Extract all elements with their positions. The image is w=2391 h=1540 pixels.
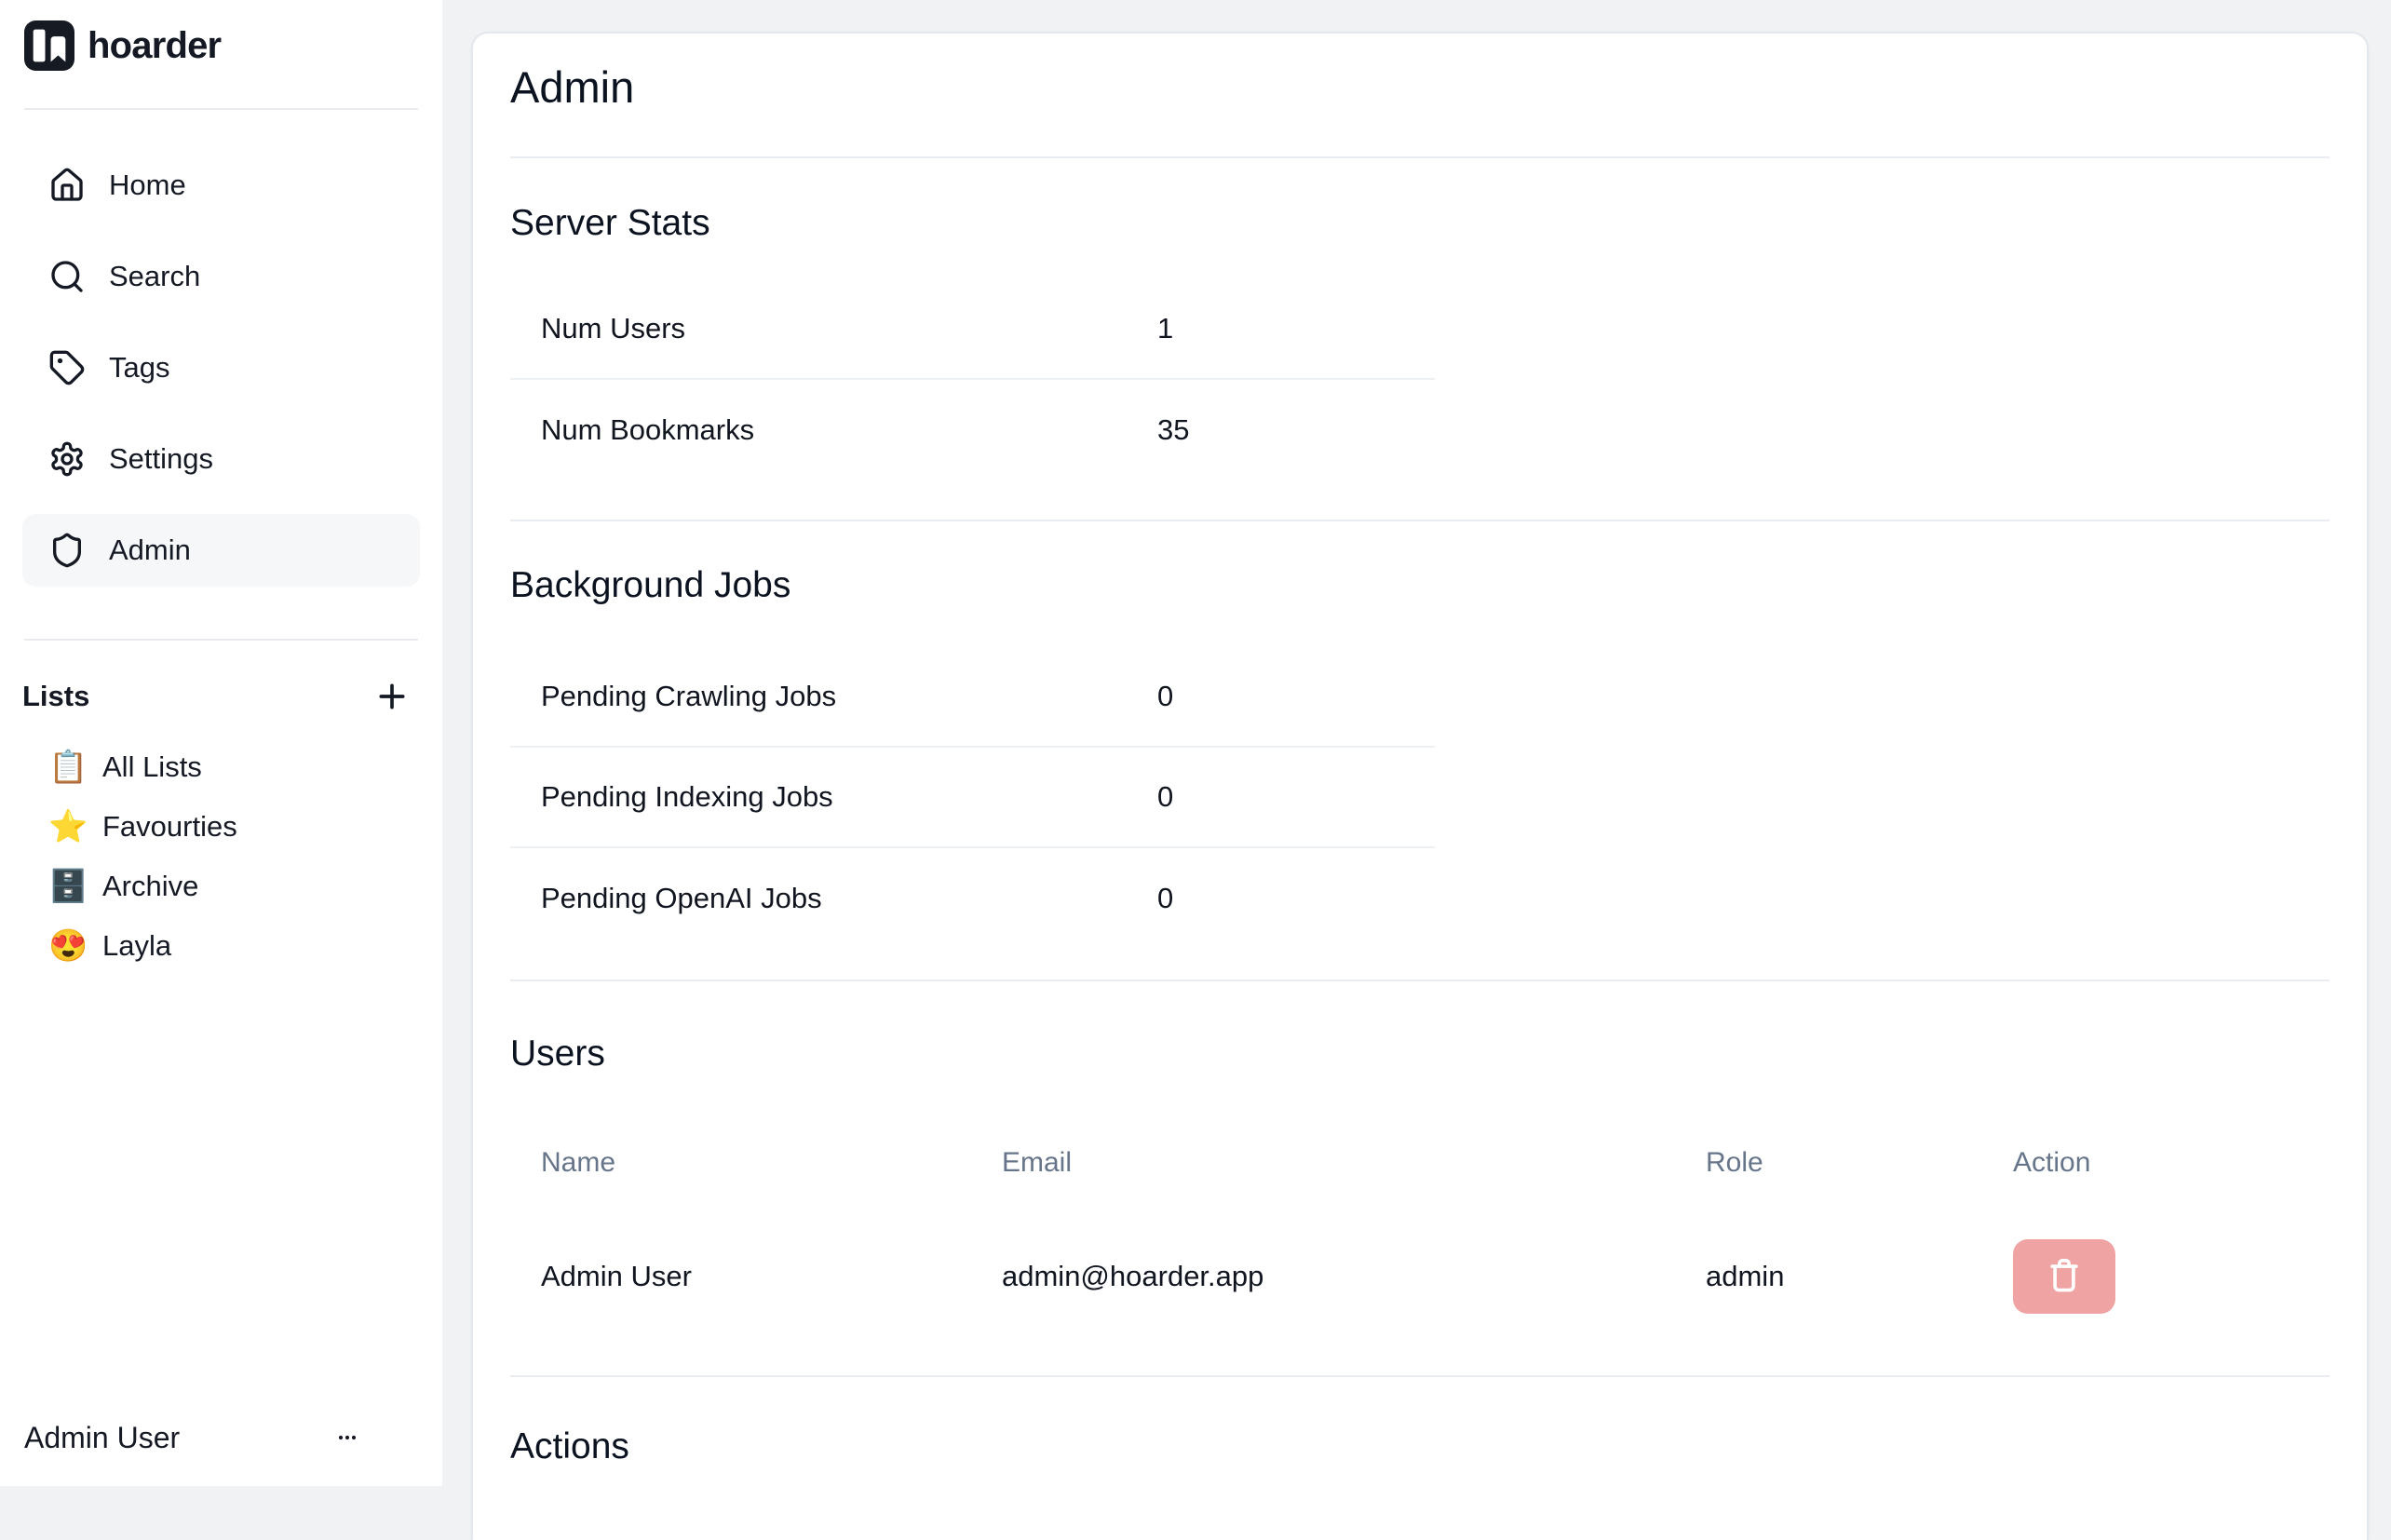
admin-card: Admin Server Stats Num Users1Num Bookmar… <box>471 32 2369 1540</box>
footer-user-name: Admin User <box>24 1421 180 1455</box>
users-table: Name Email Role Action Admin Useradmin@h… <box>510 1126 2330 1353</box>
nav-item-admin[interactable]: Admin <box>22 514 420 587</box>
sidebar-divider-lists <box>24 639 418 641</box>
stat-label: Pending Crawling Jobs <box>541 680 1157 713</box>
list-item-archive[interactable]: 🗄️ Archive <box>22 857 420 916</box>
nav-item-label: Home <box>109 169 186 202</box>
user-name-cell: Admin User <box>510 1260 1002 1293</box>
column-header-name: Name <box>510 1147 1002 1179</box>
stat-value: 0 <box>1157 882 1435 915</box>
stat-label: Num Users <box>541 312 1157 345</box>
sidebar-footer: Admin User <box>22 1413 420 1462</box>
list-item-favourties[interactable]: ⭐ Favourties <box>22 797 420 857</box>
nav-item-tags[interactable]: Tags <box>22 331 420 404</box>
stat-value: 1 <box>1157 312 1435 345</box>
list-item-label: All Lists <box>102 750 202 784</box>
gear-icon <box>48 440 86 478</box>
nav-item-label: Settings <box>109 442 213 476</box>
section-divider <box>510 156 2330 158</box>
ellipsis-icon <box>325 1426 373 1449</box>
section-background-jobs: Background Jobs Pending Crawling Jobs0Pe… <box>510 561 2330 949</box>
stat-row: Pending Indexing Jobs0 <box>510 748 1435 848</box>
users-header-row: Name Email Role Action <box>510 1126 2330 1200</box>
main-area: Admin Server Stats Num Users1Num Bookmar… <box>442 0 2391 1486</box>
list-item-layla[interactable]: 😍 Layla <box>22 916 420 976</box>
logo-text: hoarder <box>88 25 221 67</box>
clipboard-icon: 📋 <box>48 751 86 783</box>
section-actions: Actions <box>510 1423 2330 1471</box>
user-table-row: Admin Useradmin@hoarder.appadmin <box>510 1200 2330 1353</box>
stat-label: Num Bookmarks <box>541 413 1157 447</box>
lists-title: Lists <box>22 680 89 713</box>
server-stats-table: Num Users1Num Bookmarks35 <box>510 279 1435 480</box>
file-cabinet-icon: 🗄️ <box>48 871 86 902</box>
sidebar-divider-top <box>24 108 418 110</box>
trash-icon <box>2044 1255 2085 1299</box>
background-jobs-table: Pending Crawling Jobs0Pending Indexing J… <box>510 647 1435 949</box>
user-email-cell: admin@hoarder.app <box>1002 1260 1706 1293</box>
section-divider <box>510 520 2330 521</box>
nav-item-label: Search <box>109 260 200 293</box>
stat-label: Pending OpenAI Jobs <box>541 882 1157 915</box>
home-icon <box>48 167 86 204</box>
stat-row: Pending OpenAI Jobs0 <box>510 848 1435 949</box>
hoarder-logo[interactable]: hoarder <box>22 17 420 74</box>
stat-value: 35 <box>1157 413 1435 447</box>
section-divider <box>510 1375 2330 1377</box>
user-role-cell: admin <box>1706 1260 2013 1293</box>
search-icon <box>48 258 86 295</box>
nav-item-home[interactable]: Home <box>22 149 420 222</box>
column-header-email: Email <box>1002 1147 1706 1179</box>
stat-row: Num Bookmarks35 <box>510 380 1435 480</box>
nav-item-search[interactable]: Search <box>22 240 420 313</box>
background-jobs-title: Background Jobs <box>510 561 2330 610</box>
users-title: Users <box>510 1030 2330 1078</box>
users-rows: Admin Useradmin@hoarder.appadmin <box>510 1200 2330 1353</box>
nav-item-label: Tags <box>109 351 169 385</box>
sidebar-nav: Home Search Tags Settings Admin <box>22 149 420 605</box>
column-header-role: Role <box>1706 1147 2013 1179</box>
section-divider <box>510 979 2330 981</box>
section-server-stats: Server Stats Num Users1Num Bookmarks35 <box>510 199 2330 480</box>
list-item-all-lists[interactable]: 📋 All Lists <box>22 737 420 797</box>
section-users: Users Name Email Role Action Admin Usera… <box>510 1030 2330 1353</box>
app-root: hoarder Home Search Tags Settings Admin List… <box>0 0 2391 1486</box>
shield-icon <box>48 532 86 569</box>
plus-icon <box>373 678 411 715</box>
page-title: Admin <box>510 61 2330 114</box>
stat-value: 0 <box>1157 680 1435 713</box>
stat-row: Pending Crawling Jobs0 <box>510 647 1435 748</box>
delete-user-button[interactable] <box>2013 1239 2115 1314</box>
list-item-label: Layla <box>102 929 171 963</box>
add-list-button[interactable] <box>373 678 411 715</box>
server-stats-title: Server Stats <box>510 199 2330 248</box>
list-item-label: Favourties <box>102 810 237 844</box>
star-icon: ⭐ <box>48 811 86 843</box>
stat-label: Pending Indexing Jobs <box>541 780 1157 814</box>
stat-row: Num Users1 <box>510 279 1435 380</box>
actions-title: Actions <box>510 1423 2330 1471</box>
lists-header: Lists <box>22 672 420 721</box>
list-item-label: Archive <box>102 870 198 903</box>
column-header-action: Action <box>2013 1147 2330 1179</box>
sidebar: hoarder Home Search Tags Settings Admin List… <box>0 0 442 1486</box>
more-options-button[interactable] <box>325 1419 373 1456</box>
lists-container: 📋 All Lists ⭐ Favourties 🗄️ Archive 😍 Layla <box>22 737 420 976</box>
nav-item-settings[interactable]: Settings <box>22 423 420 495</box>
bookmark-logo-icon <box>24 20 74 71</box>
heart-eyes-icon: 😍 <box>48 930 86 962</box>
nav-item-label: Admin <box>109 534 191 567</box>
tag-icon <box>48 349 86 386</box>
stat-value: 0 <box>1157 780 1435 814</box>
